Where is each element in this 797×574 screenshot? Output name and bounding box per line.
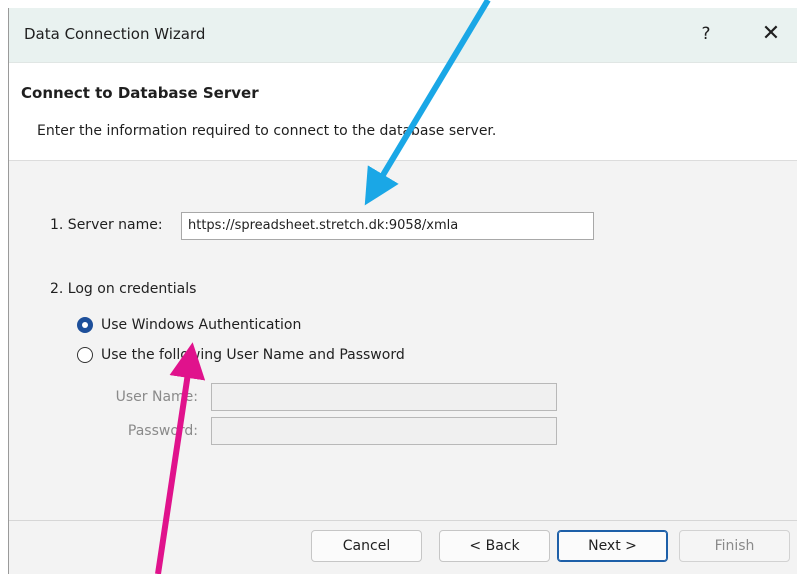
log-on-credentials-label: 2. Log on credentials	[50, 281, 197, 297]
back-button[interactable]: < Back	[439, 530, 550, 562]
password-input[interactable]	[211, 417, 557, 445]
finish-button: Finish	[679, 530, 790, 562]
server-name-input[interactable]: https://spreadsheet.stretch.dk:9058/xmla	[181, 212, 594, 240]
step-description: Enter the information required to connec…	[37, 123, 497, 139]
title-bar: Data Connection Wizard ? ✕	[9, 8, 797, 63]
step-title: Connect to Database Server	[21, 84, 259, 102]
footer-divider	[9, 520, 797, 521]
radio-selected-icon[interactable]	[77, 317, 93, 333]
server-name-label: 1. Server name:	[50, 217, 163, 233]
help-button[interactable]: ?	[692, 20, 720, 48]
close-button[interactable]: ✕	[757, 20, 785, 48]
user-name-input[interactable]	[211, 383, 557, 411]
radio-windows-auth[interactable]: Use Windows Authentication	[77, 315, 301, 335]
wizard-content: 1. Server name: https://spreadsheet.stre…	[9, 161, 797, 521]
data-connection-wizard-dialog: Data Connection Wizard ? ✕ Connect to Da…	[8, 8, 797, 574]
radio-username-password[interactable]: Use the following User Name and Password	[77, 345, 405, 365]
password-label: Password:	[127, 423, 198, 439]
background-strip	[0, 0, 797, 8]
step-header: Connect to Database Server Enter the inf…	[9, 63, 797, 161]
user-name-label: User Name:	[115, 389, 198, 405]
radio-unselected-icon[interactable]	[77, 347, 93, 363]
cancel-button[interactable]: Cancel	[311, 530, 422, 562]
window-title: Data Connection Wizard	[24, 25, 206, 43]
windows-auth-label: Use Windows Authentication	[101, 317, 302, 333]
next-button[interactable]: Next >	[557, 530, 668, 562]
username-password-label: Use the following User Name and Password	[101, 347, 405, 363]
